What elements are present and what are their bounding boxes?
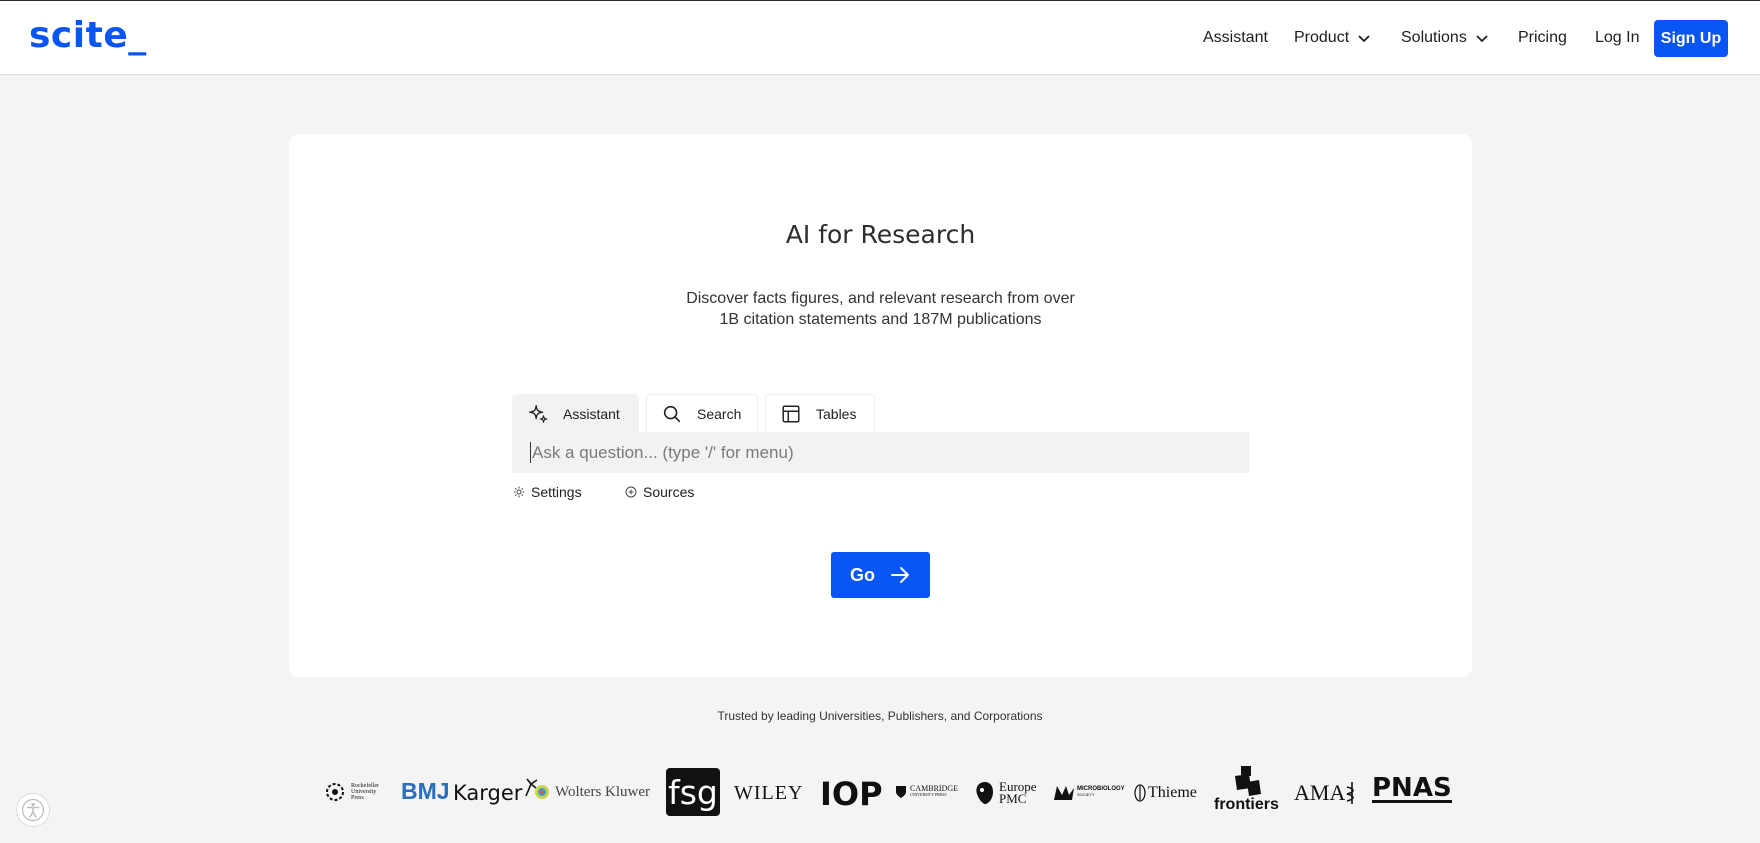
search-card: AI for Research Discover facts figures, … <box>289 134 1472 677</box>
fsg-logo: fsg <box>666 768 720 816</box>
table-icon <box>782 404 800 423</box>
top-header: scite_ Assistant Product Solutions Prici… <box>0 0 1760 75</box>
nav-pricing-label: Pricing <box>1518 29 1567 46</box>
thieme-logo: Thieme <box>1134 784 1197 802</box>
search-icon <box>663 405 681 422</box>
bmj-logo: BMJ <box>401 778 450 804</box>
pnas-logo: PNAS <box>1372 773 1452 803</box>
nav-assistant-link[interactable]: Assistant <box>1203 29 1268 47</box>
thieme-emblem-icon <box>1134 784 1146 802</box>
europe-pmc-emblem-icon <box>976 782 993 804</box>
wolters-kluwer-label: Wolters Kluwer <box>555 783 651 800</box>
nav-assistant-label: Assistant <box>1203 29 1268 46</box>
accessibility-button[interactable] <box>16 793 50 827</box>
nav-pricing-link[interactable]: Pricing <box>1518 29 1567 47</box>
tab-search[interactable]: Search <box>646 394 758 432</box>
subtitle-line-2: 1B citation statements and 187M publicat… <box>719 311 1042 328</box>
frontiers-logo: frontiers <box>1214 764 1279 814</box>
nav-solutions-dropdown[interactable]: Solutions <box>1401 29 1489 47</box>
settings-button[interactable]: Settings <box>513 484 582 500</box>
tab-tables-label: Tables <box>816 405 857 422</box>
partner-logos: Rockefeller University Press BMJ Karger … <box>0 760 1760 820</box>
sparkle-icon <box>529 404 548 423</box>
tab-assistant-label: Assistant <box>563 405 620 422</box>
chevron-down-icon <box>1358 35 1370 43</box>
trusted-by-text: Trusted by leading Universities, Publish… <box>717 709 1043 723</box>
karger-label: Karger <box>453 781 523 805</box>
go-button[interactable]: Go <box>831 552 930 598</box>
rockefeller-logo: Rockefeller University Press <box>323 780 379 804</box>
cambridge-logo: CAMBRIDGE UNIVERSITY PRESS <box>895 785 958 799</box>
microbiology-emblem-icon <box>1054 786 1074 800</box>
nav-product-dropdown[interactable]: Product <box>1294 29 1371 47</box>
page-title: AI for Research <box>785 220 976 249</box>
subtitle-line-1: Discover facts figures, and relevant res… <box>686 290 1075 307</box>
page-subtitle: Discover facts figures, and relevant res… <box>289 288 1472 330</box>
wiley-logo: WILEY <box>734 782 804 804</box>
nav-product-label: Product <box>1294 29 1350 46</box>
settings-label: Settings <box>531 484 582 500</box>
wolters-kluwer-logo: Wolters Kluwer <box>533 783 650 801</box>
ama-label: AMA <box>1294 780 1346 805</box>
microbiology-sublabel: SOCIETY <box>1077 792 1095 797</box>
frontiers-cubes-icon <box>1235 766 1262 796</box>
chevron-down-icon <box>1476 35 1488 43</box>
rockefeller-emblem-icon <box>326 783 344 801</box>
accessibility-icon <box>21 798 45 822</box>
tab-search-label: Search <box>697 405 742 422</box>
gear-icon <box>513 486 525 498</box>
iop-logo: IOP <box>820 775 883 813</box>
go-label: Go <box>850 564 875 585</box>
europe-pmc-line-2: PMC <box>999 791 1027 806</box>
question-input[interactable] <box>512 432 1249 473</box>
scite-logo[interactable]: scite_ <box>29 15 147 56</box>
sources-label: Sources <box>643 484 695 500</box>
nav-login-label: Log In <box>1595 29 1640 46</box>
text-caret <box>530 442 531 463</box>
ama-logo: AMA <box>1294 780 1359 806</box>
sources-button[interactable]: Sources <box>625 484 694 500</box>
tab-assistant[interactable]: Assistant <box>512 394 639 432</box>
nav-login-link[interactable]: Log In <box>1595 29 1639 47</box>
rockefeller-line-3: Press <box>351 795 364 801</box>
microbiology-society-logo: MICROBIOLOGY SOCIETY <box>1053 783 1125 801</box>
thieme-label: Thieme <box>1148 784 1197 801</box>
ama-caduceus-icon <box>1347 782 1355 804</box>
plus-circle-icon <box>625 486 637 498</box>
tab-tables[interactable]: Tables <box>765 394 875 432</box>
cambridge-shield-icon <box>896 786 906 798</box>
arrow-right-icon <box>891 567 909 583</box>
nav-solutions-label: Solutions <box>1401 29 1467 46</box>
karger-logo: Karger <box>453 778 539 805</box>
signup-button[interactable]: Sign Up <box>1654 20 1728 57</box>
wolters-kluwer-emblem-icon <box>535 785 549 799</box>
frontiers-label: frontiers <box>1214 796 1279 813</box>
europe-pmc-logo: Europe PMC <box>973 780 1037 806</box>
